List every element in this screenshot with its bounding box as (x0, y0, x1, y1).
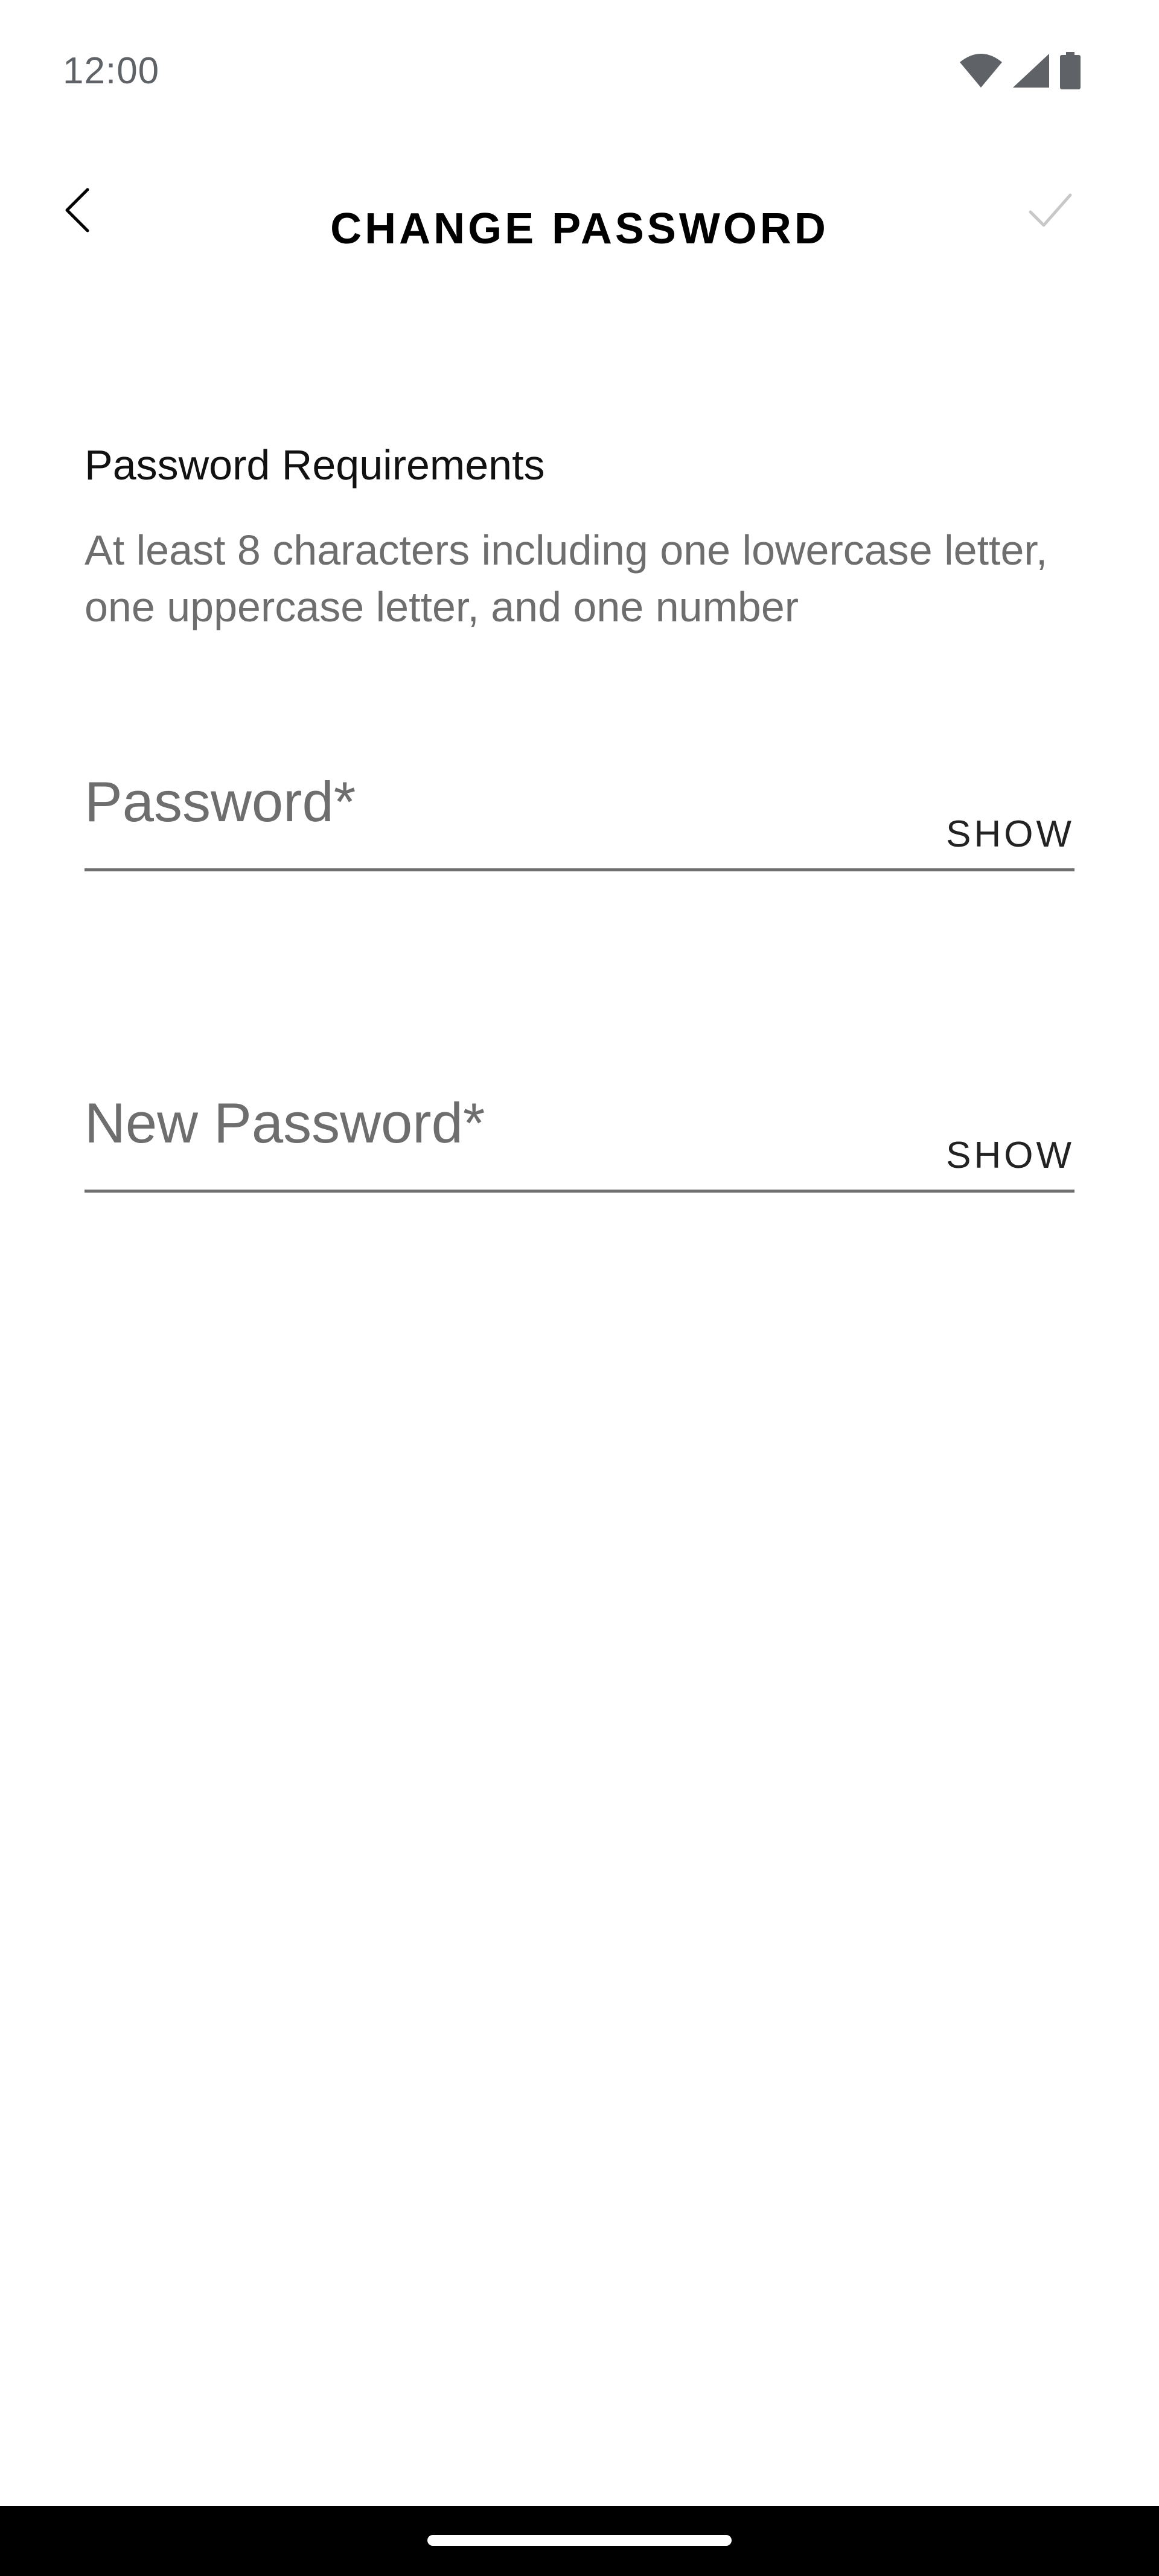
password-input[interactable] (85, 748, 869, 856)
confirm-button[interactable] (1020, 181, 1081, 242)
show-password-button[interactable]: SHOW (946, 813, 1074, 856)
requirements-title: Password Requirements (85, 441, 545, 489)
new-password-input[interactable] (85, 1069, 869, 1177)
signal-icon (1013, 54, 1049, 91)
home-indicator[interactable] (427, 2535, 732, 2546)
navigation-bar (0, 2506, 1159, 2576)
wifi-icon (960, 54, 1002, 91)
check-icon (1028, 191, 1073, 232)
password-field: SHOW (85, 748, 1074, 871)
page-title: CHANGE PASSWORD (330, 205, 829, 253)
requirements-description: At least 8 characters including one lowe… (85, 527, 1048, 630)
new-password-field: SHOW (85, 1069, 1074, 1193)
battery-icon (1060, 52, 1081, 92)
status-time: 12:00 (63, 50, 160, 92)
show-new-password-button[interactable]: SHOW (946, 1134, 1074, 1177)
status-icons (960, 52, 1081, 92)
status-bar: 12:00 (0, 0, 1159, 139)
